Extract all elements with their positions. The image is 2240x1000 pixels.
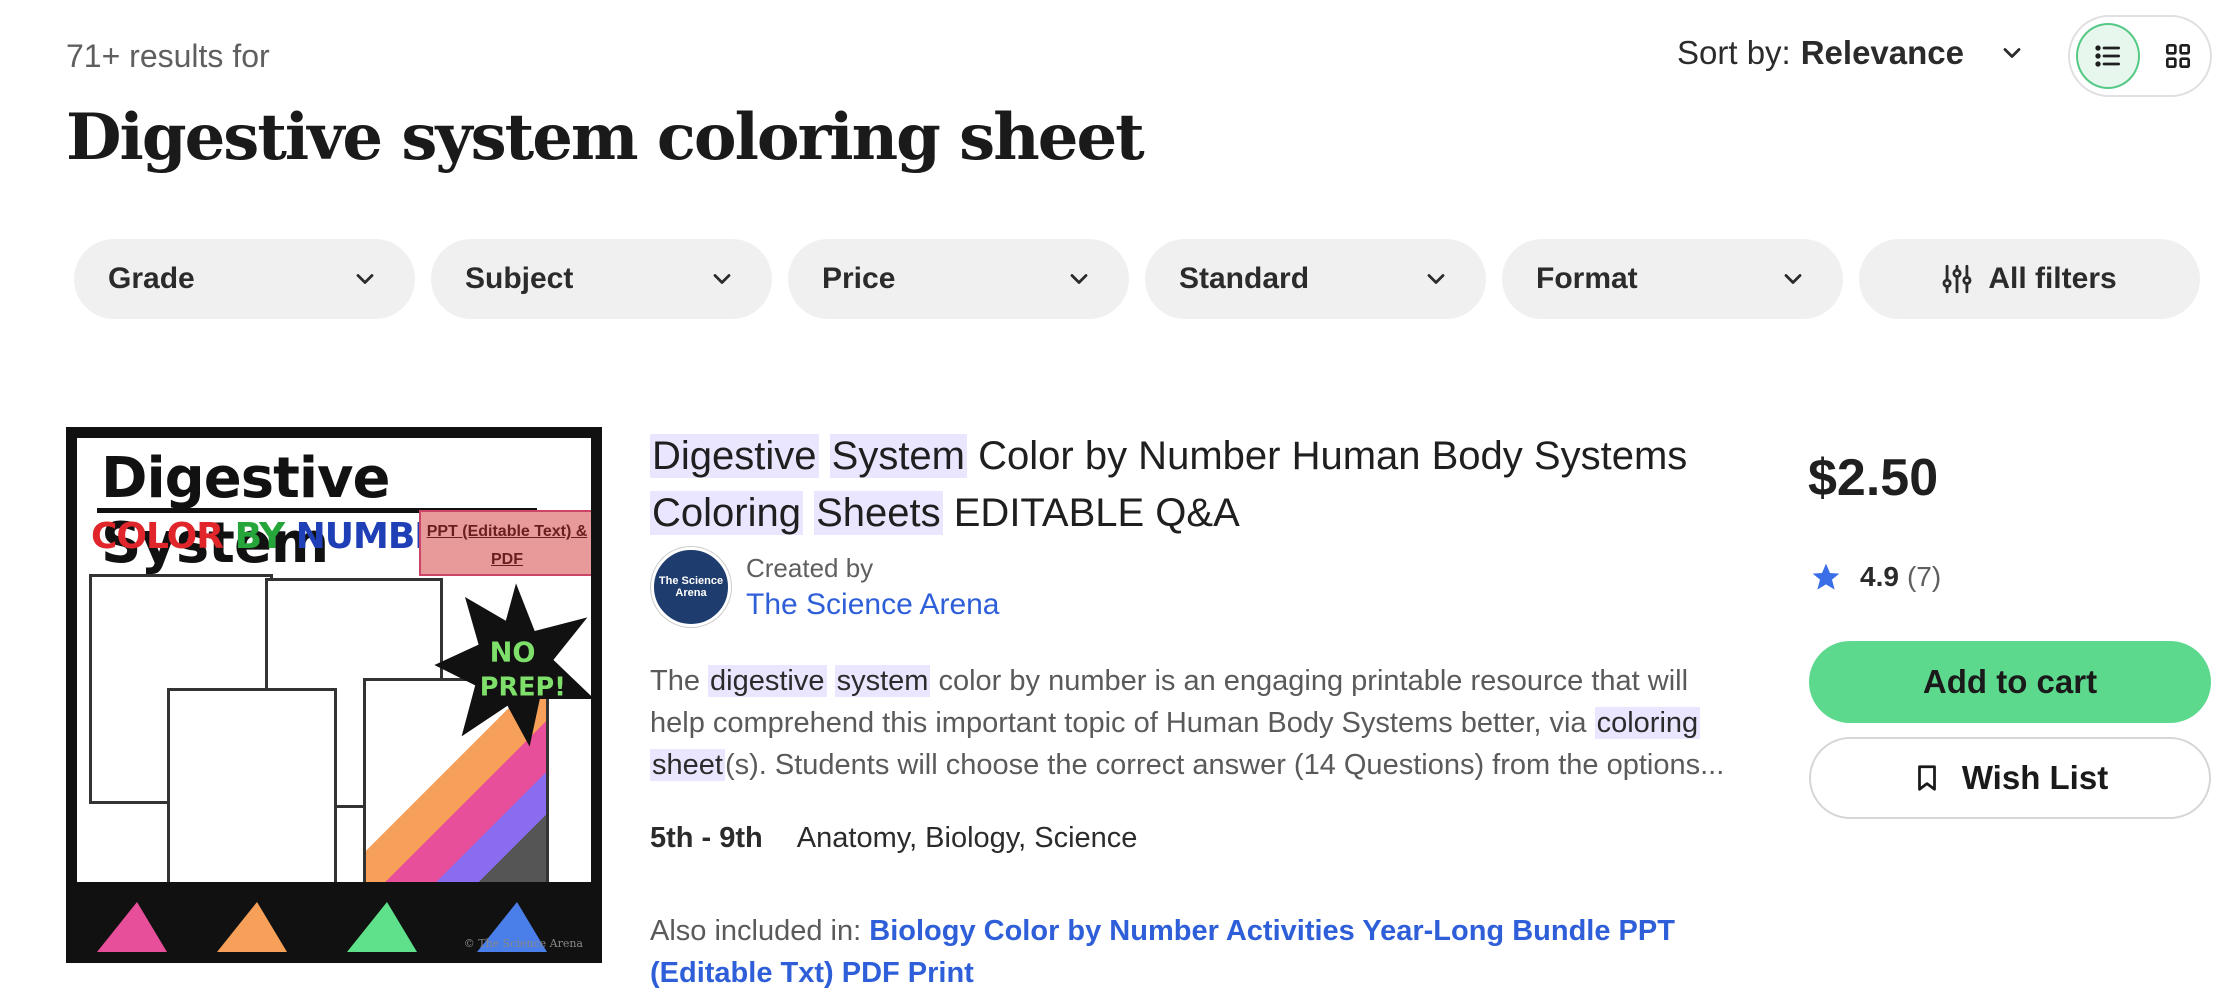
subtitle-by: BY	[234, 516, 286, 557]
star-text-no: NO	[490, 638, 536, 669]
filter-bar: Grade Subject Price Standard Format All …	[74, 239, 2200, 319]
title-highlight: Digestive	[650, 434, 819, 478]
desc-highlight: sheet	[650, 749, 725, 781]
subject-list: Anatomy, Biology, Science	[796, 822, 1138, 854]
title-highlight: Coloring	[650, 491, 803, 535]
product-rating: 4.9 (7)	[1810, 561, 1941, 593]
sort-value: Relevance	[1800, 34, 1964, 71]
chevron-down-icon	[2003, 48, 2021, 58]
chevron-down-icon	[1427, 274, 1445, 284]
title-highlight: System	[829, 434, 967, 478]
view-toggle	[2068, 15, 2212, 97]
thumbnail-image: Digestive System COLOR BY NUMBER PPT (Ed…	[77, 438, 591, 952]
desc-highlight: system	[834, 665, 931, 697]
desc-highlight: digestive	[708, 665, 827, 697]
filter-label: All filters	[1988, 262, 2117, 295]
filter-label: Subject	[465, 262, 574, 295]
filter-label: Grade	[108, 262, 195, 295]
grid-view-button[interactable]	[2146, 23, 2210, 89]
avatar-text: The Science Arena	[658, 575, 724, 599]
product-title[interactable]: Digestive System Color by Number Human B…	[650, 428, 1760, 542]
list-view-button[interactable]	[2076, 23, 2141, 89]
sliders-icon	[1942, 264, 1972, 294]
sort-dropdown[interactable]: Sort by: Relevance	[1677, 34, 2026, 72]
chevron-down-icon	[1784, 274, 1802, 284]
sort-label: Sort by:	[1677, 34, 1791, 71]
add-to-cart-button[interactable]: Add to cart	[1809, 641, 2211, 723]
no-prep-star-icon: NO PREP!	[434, 583, 591, 747]
filter-subject[interactable]: Subject	[431, 239, 772, 319]
page-title: Digestive system coloring sheet	[66, 100, 1145, 175]
product-thumbnail[interactable]: Digestive System COLOR BY NUMBER PPT (Ed…	[66, 427, 602, 963]
rating-count: (7)	[1906, 561, 1942, 592]
filter-label: Format	[1536, 262, 1638, 295]
filter-label: Price	[822, 262, 896, 295]
desc-text: (s). Students will choose the correct an…	[724, 749, 1725, 781]
wish-list-label: Wish List	[1961, 759, 2109, 796]
list-view-icon	[2095, 45, 2121, 67]
filter-format[interactable]: Format	[1502, 239, 1843, 319]
filter-label: Standard	[1179, 262, 1310, 295]
results-count: 71+ results for	[66, 38, 270, 74]
rating-score: 4.9	[1860, 561, 1899, 592]
wish-list-button[interactable]: Wish List	[1809, 737, 2211, 819]
desc-text: The	[650, 665, 700, 697]
created-by-label: Created by	[746, 553, 874, 583]
title-text: Color by Number Human Body Systems	[978, 434, 1688, 478]
product-price: $2.50	[1808, 449, 1939, 507]
filter-standard[interactable]: Standard	[1145, 239, 1486, 319]
grade-range: 5th - 9th	[650, 822, 763, 854]
bookmark-icon	[1917, 765, 1936, 791]
chevron-down-icon	[713, 274, 731, 284]
subtitle-color: COLOR	[91, 516, 224, 557]
chevron-down-icon	[1070, 274, 1088, 284]
creator-name-link[interactable]: The Science Arena	[746, 588, 1000, 622]
chevron-down-icon	[356, 274, 374, 284]
star-text-prep: PREP!	[480, 673, 566, 703]
also-included: Also included in: Biology Color by Numbe…	[650, 910, 1740, 994]
thumbnail-copyright: © The Science Arena	[463, 937, 583, 950]
star-icon	[1812, 563, 1840, 590]
desc-highlight: coloring	[1594, 707, 1701, 739]
filter-grade[interactable]: Grade	[74, 239, 415, 319]
product-description: The digestive system color by number is …	[650, 660, 1740, 786]
title-text: EDITABLE Q&A	[953, 491, 1240, 535]
also-included-label: Also included in:	[650, 915, 862, 947]
grid-view-icon	[2166, 43, 2191, 68]
thumbnail-subtitle: COLOR BY NUMBER	[91, 516, 466, 557]
thumbnail-badge: PPT (Editable Text) & PDF	[419, 510, 591, 576]
all-filters-button[interactable]: All filters	[1859, 239, 2200, 319]
filter-price[interactable]: Price	[788, 239, 1129, 319]
creator-avatar[interactable]: The Science Arena	[651, 547, 731, 627]
product-meta: 5th - 9th Anatomy, Biology, Science	[650, 822, 1137, 855]
title-highlight: Sheets	[814, 491, 943, 535]
